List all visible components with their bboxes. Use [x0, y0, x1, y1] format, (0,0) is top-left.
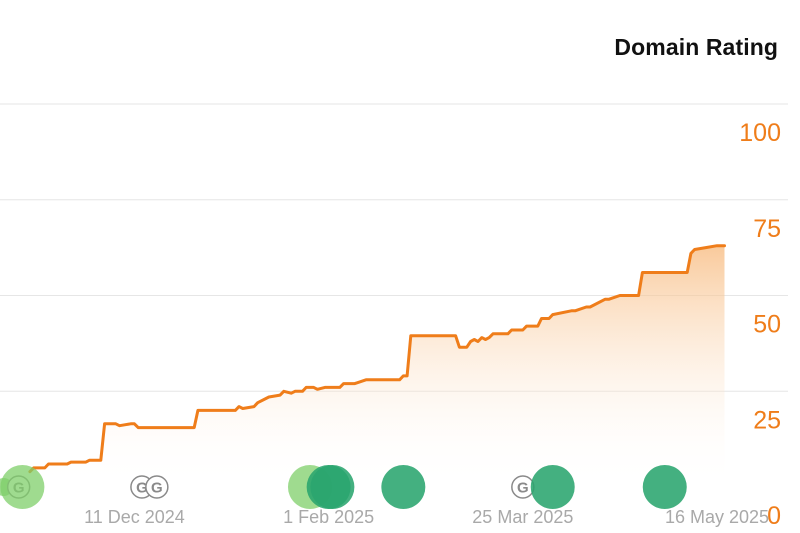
y-tick-label-50: 50	[753, 311, 781, 339]
x-tick-label-4: 16 May 2025	[665, 507, 769, 527]
google-marker-label: G	[151, 480, 163, 497]
x-axis: 11 Dec 2024 1 Feb 2025 25 Mar 2025 16 May 2…	[84, 507, 769, 527]
y-tick-label-75: 75	[753, 215, 781, 243]
event-marker-8	[310, 465, 355, 509]
domain-rating-chart: 100 75 50 25 0 11 Dec 2024 1 Feb 2025 25 Mar 2…	[0, 103, 788, 530]
event-marker-3	[0, 465, 45, 509]
y-tick-label-100: 100	[739, 119, 781, 147]
x-tick-label-2: 1 Feb 2025	[283, 507, 374, 527]
y-tick-label-0: 0	[767, 502, 781, 530]
event-marker-9	[381, 465, 426, 509]
google-marker-label: G	[517, 480, 529, 497]
google-update-marker-5: G	[145, 475, 169, 499]
event-marker-11	[530, 465, 575, 509]
y-tick-label-25: 25	[753, 406, 781, 434]
google-update-marker-10: G	[511, 475, 535, 499]
x-tick-label-1: 11 Dec 2024	[84, 507, 185, 527]
y-axis: 100 75 50 25 0	[739, 119, 781, 530]
series-area	[29, 245, 725, 487]
x-tick-label-3: 25 Mar 2025	[472, 507, 573, 527]
event-marker-12	[642, 465, 687, 509]
area-layer	[29, 245, 725, 487]
